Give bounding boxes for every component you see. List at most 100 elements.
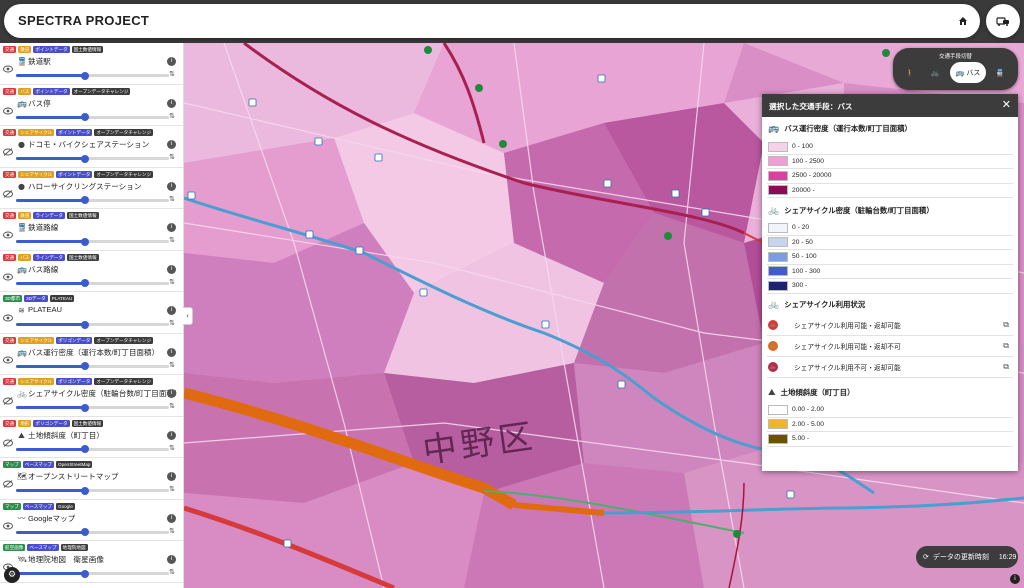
opacity-slider[interactable] [16, 196, 169, 204]
eye-icon[interactable] [3, 314, 13, 322]
legend-row: 300 - [767, 279, 1013, 294]
opacity-slider[interactable] [16, 362, 169, 370]
reorder-icon[interactable]: ⇅ [169, 444, 175, 452]
slider-knob[interactable] [80, 486, 89, 495]
layer-tag: ポリゴンデータ [33, 419, 70, 427]
opacity-slider[interactable] [16, 320, 169, 329]
external-link-icon[interactable]: ⧉ [1003, 320, 1009, 330]
opacity-slider[interactable] [16, 154, 169, 163]
external-link-icon[interactable]: ⧉ [1003, 362, 1009, 372]
opacity-slider[interactable] [16, 279, 169, 287]
slider-knob[interactable] [80, 569, 89, 578]
update-time: 16:29 [998, 553, 1017, 561]
slider-knob[interactable] [80, 237, 89, 246]
opacity-slider[interactable] [16, 569, 169, 578]
reorder-icon[interactable]: ⇅ [169, 486, 175, 493]
reorder-icon[interactable]: ⇅ [169, 112, 175, 120]
info-icon[interactable]: i [167, 389, 176, 398]
opacity-slider[interactable] [16, 71, 169, 80]
eye-icon[interactable] [3, 231, 13, 239]
sidebar-collapse-button[interactable]: ‹ [183, 307, 193, 325]
layer-item: 交通 鉄道 ラインデータ 国土数値情報 🚆 鉄道路線 i ⇅ [0, 209, 183, 251]
eye-icon[interactable] [3, 65, 13, 73]
reorder-icon[interactable]: ⇅ [169, 361, 175, 369]
slider-knob[interactable] [80, 113, 89, 121]
info-icon[interactable]: i [167, 513, 176, 523]
google-icon: 〰 [17, 513, 26, 523]
transport-mode-button[interactable] [986, 4, 1020, 38]
info-icon[interactable]: i [167, 98, 176, 108]
slider-knob[interactable] [80, 279, 89, 287]
info-icon[interactable]: i [167, 181, 176, 191]
layer-tag: シェアサイクル [18, 170, 55, 178]
layer-tag: 交通 [3, 212, 17, 219]
slider-knob[interactable] [80, 154, 89, 163]
reorder-icon[interactable]: ⇅ [169, 154, 175, 161]
reorder-icon[interactable]: ⇅ [169, 71, 175, 78]
legend-row: 100 - 2500 [767, 155, 1013, 169]
layer-label: Googleマップ [28, 513, 76, 523]
reorder-icon[interactable]: ⇅ [169, 527, 175, 535]
mode-bicycle-button[interactable]: 🚲 [924, 62, 946, 83]
external-link-icon[interactable]: ⧉ [1003, 341, 1009, 351]
legend-panel: 選択した交通手段：バス ✕ 🚌 バス運行密度（運行本数/町丁目面積） 0 - 1… [762, 94, 1018, 471]
slider-knob[interactable] [80, 362, 89, 370]
slider-knob[interactable] [80, 71, 89, 80]
eye-off-icon[interactable] [3, 438, 13, 447]
info-icon[interactable]: i [1010, 574, 1020, 584]
opacity-slider[interactable] [16, 237, 169, 246]
layer-item: 3D都市 3Dデータ PLATEAU ≋ PLATEAU i ⇅ [0, 292, 183, 334]
eye-off-icon[interactable] [3, 189, 13, 198]
slider-knob[interactable] [80, 196, 89, 204]
update-time-pill[interactable]: ⟳ データの更新時刻 16:29 [916, 546, 1018, 568]
reorder-icon[interactable]: ⇅ [169, 403, 175, 410]
info-icon[interactable]: i [167, 555, 176, 564]
legend-swatch [768, 237, 788, 248]
mode-train-button[interactable]: 🚆 [989, 62, 1011, 83]
eye-off-icon[interactable] [3, 148, 13, 156]
legend-row: 0 - 100 [767, 140, 1013, 155]
slider-knob[interactable] [80, 403, 89, 412]
eye-icon[interactable] [3, 273, 13, 281]
slider-knob[interactable] [80, 320, 89, 329]
info-icon[interactable]: i [167, 57, 176, 66]
info-icon[interactable]: i [167, 347, 176, 357]
opacity-slider[interactable] [16, 528, 169, 536]
eye-icon[interactable] [3, 522, 13, 530]
reorder-icon[interactable]: ⇅ [169, 569, 175, 576]
opacity-slider[interactable] [16, 403, 169, 412]
home-button[interactable] [950, 8, 976, 34]
info-icon[interactable]: i [167, 223, 176, 232]
layer-item: 航空画像 ベースマップ 地理院地図 🛰 地理院地図 衛星画像 i ⇅ [0, 541, 183, 583]
info-icon[interactable]: i [167, 472, 176, 481]
slider-knob[interactable] [80, 445, 89, 453]
reorder-icon[interactable]: ⇅ [169, 237, 175, 244]
settings-icon[interactable]: ⚙ [4, 567, 20, 583]
info-icon[interactable]: i [167, 264, 176, 274]
layer-tag: ポリゴンデータ [56, 336, 93, 344]
reorder-icon[interactable]: ⇅ [169, 320, 175, 327]
slider-knob[interactable] [80, 528, 89, 536]
reorder-icon[interactable]: ⇅ [169, 278, 175, 286]
layer-tag: 国土数値情報 [66, 212, 99, 219]
reorder-icon[interactable]: ⇅ [169, 195, 175, 203]
opacity-slider[interactable] [16, 486, 169, 495]
close-icon[interactable]: ✕ [1002, 98, 1011, 112]
eye-icon[interactable] [3, 356, 13, 364]
layer-tag: ベースマップ [27, 544, 59, 551]
layer-tag: シェアサイクル [18, 336, 55, 344]
bicycle-station-icon: 🚲 [768, 341, 778, 351]
opacity-slider[interactable] [16, 113, 169, 121]
layer-item: 交通 シェアサイクル ポイントデータ オープンデータチャレンジ ● ハローサイクリングステ… [0, 168, 183, 209]
slider-fill [16, 364, 85, 368]
info-icon[interactable]: i [167, 430, 176, 440]
info-icon[interactable]: i [167, 306, 176, 315]
eye-off-icon[interactable] [3, 397, 13, 405]
mode-bus-button[interactable]: 🚌 バス [950, 62, 986, 83]
mode-walk-button[interactable]: 🚶 [899, 62, 921, 83]
eye-icon[interactable] [3, 107, 13, 115]
eye-off-icon[interactable] [3, 480, 13, 488]
legend-swatch [768, 156, 788, 167]
opacity-slider[interactable] [16, 445, 169, 453]
info-icon[interactable]: i [167, 140, 176, 149]
